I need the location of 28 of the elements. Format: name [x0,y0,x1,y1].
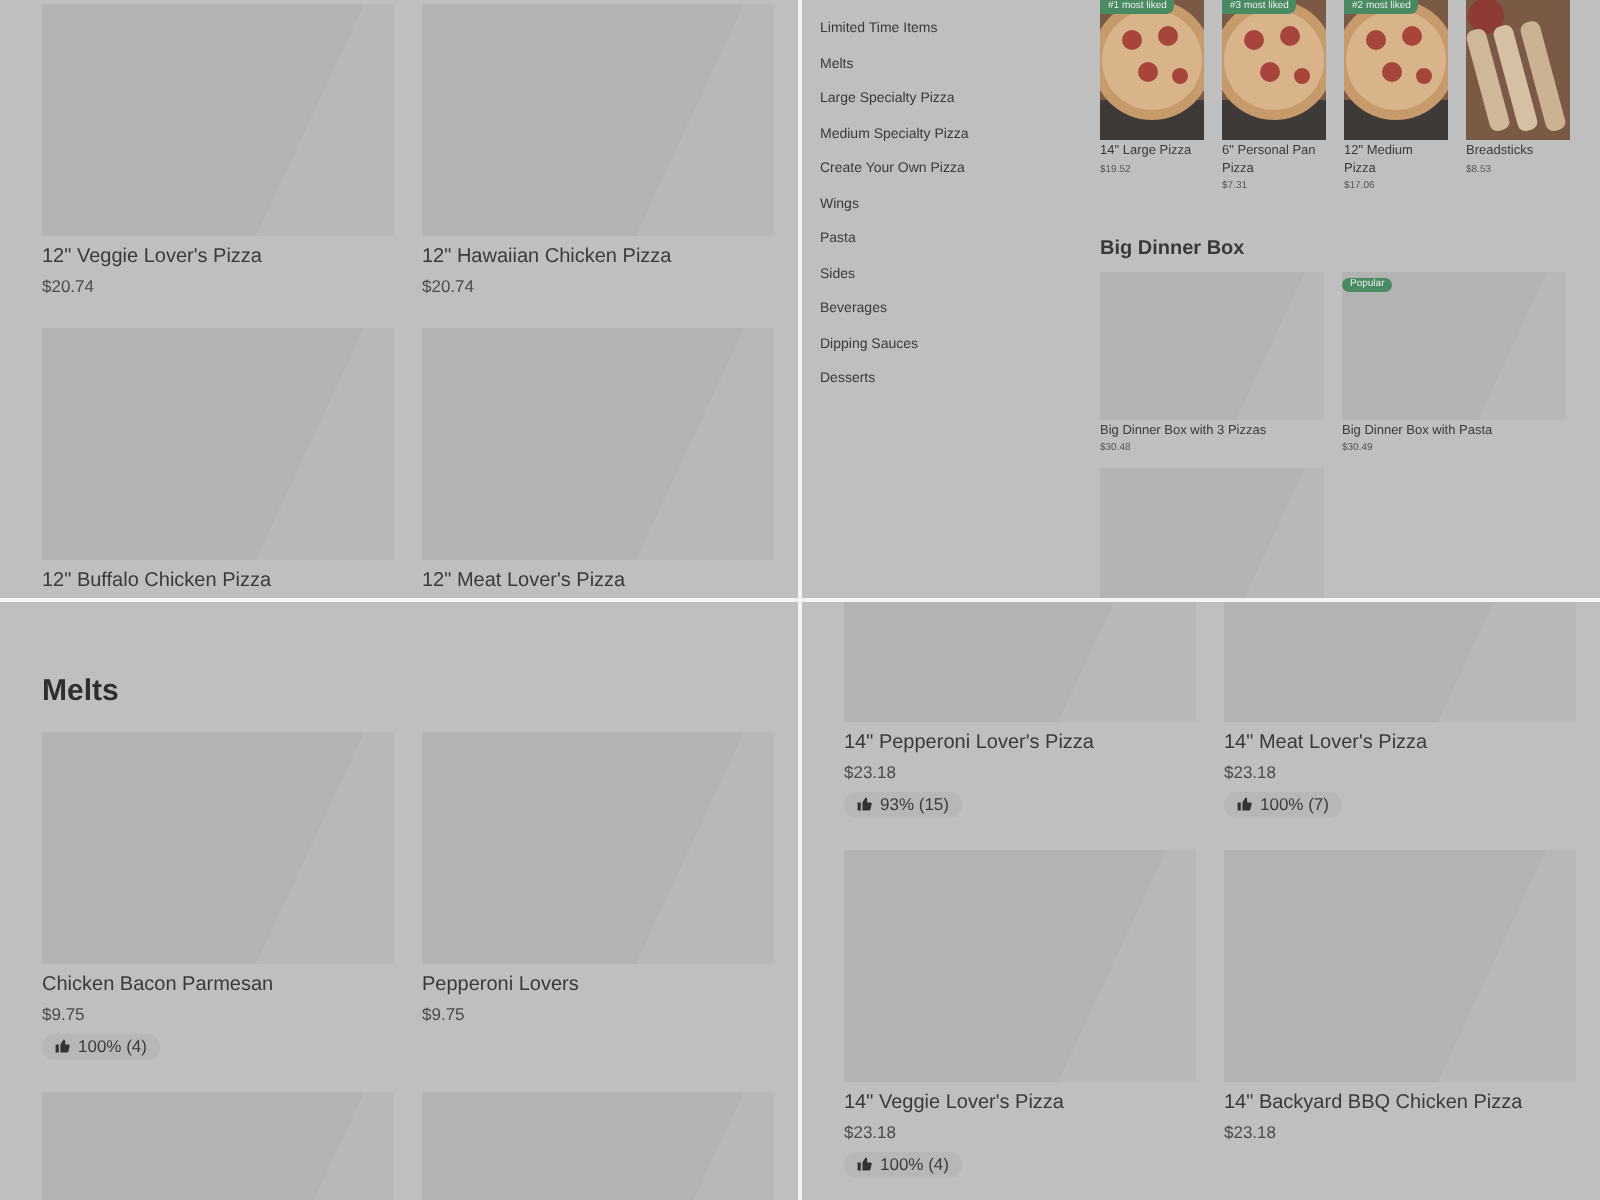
rating-badge: 93% (15) [844,791,961,817]
thumbs-up-icon [856,1156,872,1172]
thumbs-up-icon [54,1038,70,1054]
item-price: $23.18 [844,1120,898,1146]
item-name[interactable]: 14" Backyard BBQ Chicken Pizza [1224,1090,1576,1118]
thumbs-up-icon [856,796,872,812]
item-name[interactable]: 14" Veggie Lover's Pizza [844,1090,1196,1118]
rating-badge: 100% (7) [1224,791,1341,817]
item-price: $9.75 [42,1002,87,1028]
rating-badge: 100% (4) [844,1151,961,1177]
item-name[interactable]: Pepperoni Lovers [422,972,774,1000]
item-price: $9.75 [422,1002,467,1028]
item-price: $20.74 [422,274,476,300]
item-price: $23.18 [1224,760,1278,786]
thumbs-up-icon [1236,796,1252,812]
section-heading: Big Dinner Box [1100,238,1247,260]
item-name[interactable]: 12" Buffalo Chicken Pizza [42,568,394,596]
rating-badge: 100% (4) [42,1033,159,1059]
item-name[interactable]: 12" Meat Lover's Pizza [422,568,774,596]
item-name[interactable]: 12" Hawaiian Chicken Pizza [422,244,774,272]
item-name[interactable]: Chicken Bacon Parmesan [42,972,394,1000]
item-price: $23.18 [1224,1120,1278,1146]
item-name[interactable]: 12" Veggie Lover's Pizza [42,244,394,272]
item-name[interactable]: 14" Meat Lover's Pizza [1224,730,1576,758]
item-price: $20.74 [42,274,96,300]
section-heading: Melts [42,674,121,708]
item-price: $23.18 [844,760,898,786]
item-name[interactable]: 14" Pepperoni Lover's Pizza [844,730,1196,758]
